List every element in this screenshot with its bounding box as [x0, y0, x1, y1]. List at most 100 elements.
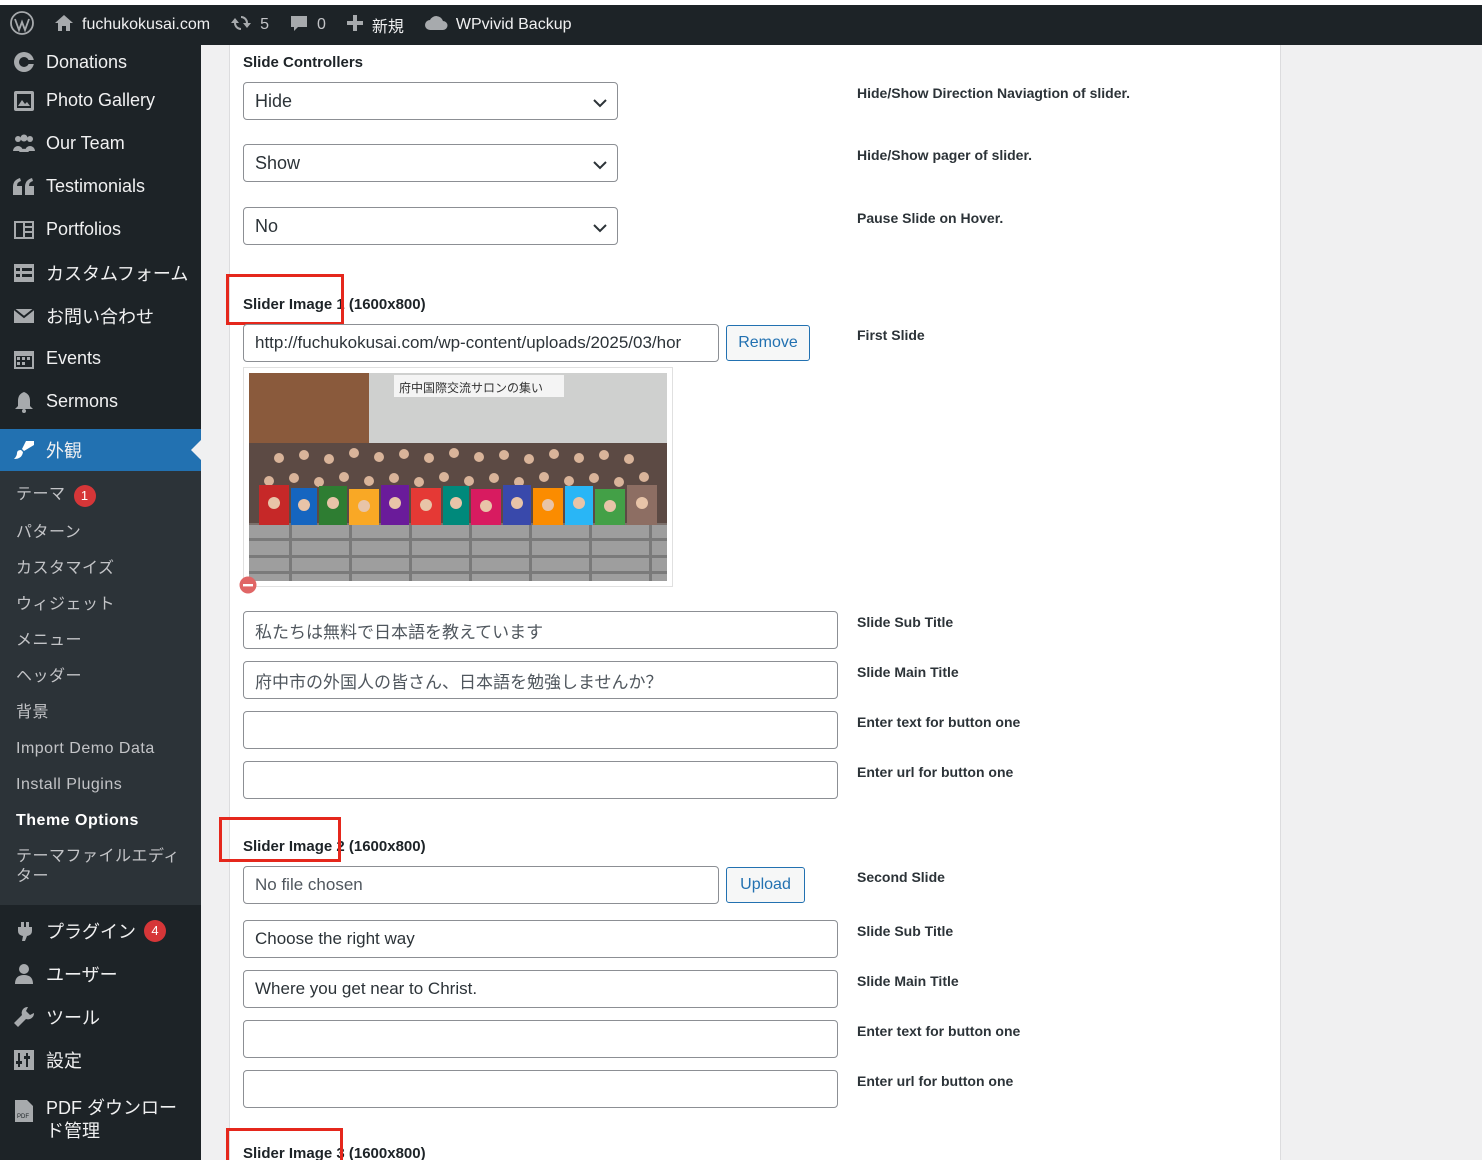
updates-count: 5 [260, 16, 269, 33]
submenu-import-demo-data[interactable]: Import Demo Data [0, 731, 201, 767]
pause-hover-select[interactable]: No [243, 207, 618, 245]
slide-1-button-text-field[interactable] [243, 711, 838, 749]
slide-2-button-url-field[interactable] [243, 1070, 838, 1108]
menu-pdf-download[interactable]: PDF PDF ダウンロード管理 [0, 1091, 201, 1155]
admin-sidebar: Donations Photo Gallery Our Team Testimo… [0, 45, 201, 1160]
pager-select[interactable]: Show [243, 144, 618, 182]
menu-label: Testimonials [46, 176, 146, 196]
site-name: fuchukokusai.com [82, 16, 211, 33]
menu-label: Sermons [46, 391, 119, 411]
submenu-menus[interactable]: メニュー [0, 623, 201, 659]
comments-count: 0 [316, 16, 326, 33]
submenu-install-plugins[interactable]: Install Plugins [0, 767, 201, 803]
calendar-icon [12, 347, 36, 371]
slide-controllers-heading: Slide Controllers [243, 54, 364, 71]
comment-icon [289, 13, 309, 38]
menu-contact[interactable]: お問い合わせ [0, 294, 201, 337]
button-url-desc: Enter url for button one [857, 1073, 1014, 1089]
submenu-label: パターン [16, 524, 82, 541]
chevron-down-icon [593, 219, 607, 240]
select-value: Hide [255, 90, 293, 111]
submenu-label: カスタマイズ [16, 560, 115, 577]
remove-button[interactable]: Remove [726, 325, 810, 361]
slide-2-main-title-field[interactable]: Where you get near to Christ. [243, 970, 838, 1008]
slide-1-button-url-field[interactable] [243, 761, 838, 799]
chevron-down-icon [593, 94, 607, 115]
menu-label: ツール [46, 1007, 100, 1028]
browser-viewport: fuchukokusai.com 5 0 新規 WPvivid Backup D… [0, 5, 1482, 1160]
plus-icon [346, 14, 364, 37]
team-icon [12, 132, 36, 156]
direction-nav-desc: Hide/Show Direction Naviagtion of slider… [857, 85, 1131, 101]
cloud-icon [424, 14, 448, 37]
menu-label: ユーザー [46, 964, 118, 985]
brush-icon [12, 438, 36, 462]
select-value: Show [255, 152, 301, 173]
slide-2-file-field[interactable]: No file chosen [243, 866, 719, 904]
slide-2-button-text-field[interactable] [243, 1020, 838, 1058]
slide-1-sub-title-field[interactable]: 私たちは無料で日本語を教えています [243, 611, 838, 649]
submenu-background[interactable]: 背景 [0, 695, 201, 731]
submenu-label: メニュー [16, 632, 83, 649]
menu-label: Photo Gallery [46, 90, 156, 110]
submenu-widgets[interactable]: ウィジェット [0, 587, 201, 623]
menu-sermons[interactable]: Sermons [0, 380, 201, 423]
backup-link[interactable]: WPvivid Backup [414, 5, 582, 45]
second-slide-desc: Second Slide [857, 869, 945, 885]
new-label: 新規 [371, 19, 404, 36]
menu-events[interactable]: Events [0, 337, 201, 380]
pause-hover-desc: Pause Slide on Hover. [857, 210, 1004, 226]
slide-1-image-preview: 府中国際交流サロンの集い [243, 367, 673, 587]
menu-donations[interactable]: Donations [0, 45, 201, 79]
wordpress-menu[interactable] [0, 5, 44, 45]
direction-nav-select[interactable]: Hide [243, 82, 618, 120]
menu-label: お問い合わせ [46, 306, 154, 327]
donations-icon [12, 50, 36, 74]
menu-label: 設定 [46, 1050, 82, 1071]
menu-tools[interactable]: ツール [0, 995, 201, 1038]
new-content-link[interactable]: 新規 [336, 5, 414, 45]
mail-icon [12, 304, 36, 328]
remove-image-icon[interactable] [239, 576, 257, 594]
highlight-box [226, 1128, 343, 1160]
photo-banner-text: 府中国際交流サロンの集い [399, 380, 543, 395]
menu-our-team[interactable]: Our Team [0, 122, 201, 165]
menu-settings[interactable]: 設定 [0, 1038, 201, 1081]
menu-appearance[interactable]: 外観 [0, 429, 201, 471]
submenu-label: ウィジェット [16, 596, 116, 613]
submenu-patterns[interactable]: パターン [0, 515, 201, 551]
plugin-icon [12, 919, 36, 943]
pager-desc: Hide/Show pager of slider. [857, 147, 1033, 163]
menu-label: PDF ダウンロード管理 [46, 1098, 178, 1141]
themes-update-badge: 1 [73, 485, 96, 507]
menu-label: Our Team [46, 133, 125, 153]
wordpress-logo-icon [10, 10, 34, 40]
menu-portfolios[interactable]: Portfolios [0, 208, 201, 251]
menu-testimonials[interactable]: Testimonials [0, 165, 201, 208]
highlight-box [226, 274, 344, 325]
menu-photo-gallery[interactable]: Photo Gallery [0, 79, 201, 122]
submenu-themes[interactable]: テーマ 1 [0, 477, 201, 515]
slide-1-url-field[interactable]: http://fuchukokusai.com/wp-content/uploa… [243, 324, 719, 362]
submenu-theme-options[interactable]: Theme Options [0, 803, 201, 839]
updates-link[interactable]: 5 [220, 5, 279, 45]
submenu-header[interactable]: ヘッダー [0, 659, 201, 695]
comments-link[interactable]: 0 [279, 5, 336, 45]
menu-custom-form[interactable]: カスタムフォーム [0, 251, 201, 294]
submenu-label: ヘッダー [16, 668, 83, 685]
menu-users[interactable]: ユーザー [0, 952, 201, 995]
quote-icon [12, 175, 36, 199]
backup-label: WPvivid Backup [455, 16, 572, 33]
submenu-label: Theme Options [16, 812, 139, 829]
highlight-box [219, 817, 341, 862]
submenu-label: テーマ [16, 486, 66, 503]
submenu-customize[interactable]: カスタマイズ [0, 551, 201, 587]
menu-label: Donations [46, 51, 128, 72]
slide-2-sub-title-field[interactable]: Choose the right way [243, 920, 838, 958]
gallery-icon [12, 89, 36, 113]
submenu-theme-file-editor[interactable]: テーマファイルエディター [0, 839, 201, 895]
slide-1-main-title-field[interactable]: 府中市の外国人の皆さん、日本語を勉強しませんか？ [243, 661, 838, 699]
site-name-link[interactable]: fuchukokusai.com [44, 5, 220, 45]
upload-button[interactable]: Upload [726, 867, 805, 903]
menu-plugins[interactable]: プラグイン 4 [0, 909, 201, 952]
